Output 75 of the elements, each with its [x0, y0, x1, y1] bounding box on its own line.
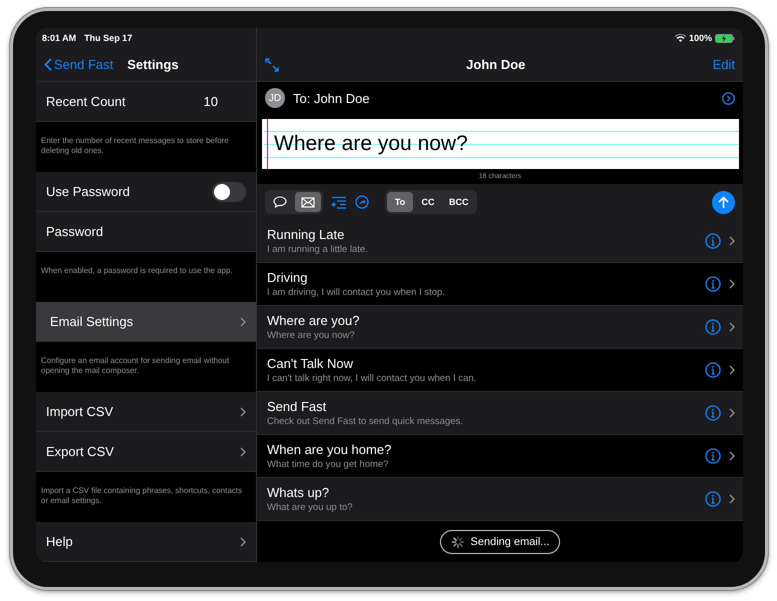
list-icon[interactable] — [331, 196, 347, 208]
battery-percent: 100% — [688, 33, 712, 43]
chevron-icon — [729, 494, 735, 504]
recipient-field-tab[interactable]: BCC — [443, 192, 474, 212]
info-icon[interactable] — [705, 405, 721, 421]
phrase-text: What time do you get home? — [267, 459, 390, 470]
phrase-text: I am running a little late. — [267, 244, 369, 255]
phrase-text: What are you up to? — [267, 502, 354, 513]
recipient-field-tab[interactable]: CC — [415, 192, 441, 212]
section-footer: When enabled, a password is required to use the app. — [36, 252, 256, 302]
info-icon[interactable] — [705, 233, 721, 249]
recipient-field-tab[interactable]: To — [387, 192, 413, 212]
info-icon[interactable] — [705, 448, 721, 464]
up-arrow-icon — [718, 196, 729, 208]
section-footer: Configure an email account for sending email without opening the mail composer. — [36, 342, 256, 392]
phrase-row[interactable]: Whats up? What are you up to? — [257, 478, 743, 521]
section-footer: Enter the number of recent messages to store before deleting old ones. — [36, 122, 256, 172]
info-icon[interactable] — [705, 319, 721, 335]
row-label: Import CSV — [46, 404, 114, 419]
chevron-icon — [240, 406, 246, 416]
phrase-row[interactable]: Running Late I am running a little late. — [257, 220, 743, 263]
phrase-text: Check out Send Fast to send quick messages. — [267, 416, 464, 427]
phrase-title: When are you home? — [267, 442, 392, 457]
share-arrow-icon[interactable] — [355, 195, 369, 209]
info-icon[interactable] — [705, 362, 721, 378]
battery-charging-icon — [715, 34, 735, 42]
row-label: Recent Count — [46, 94, 126, 109]
avatar-initials: JD — [265, 88, 285, 108]
phrase-title: Whats up? — [267, 485, 330, 500]
chevron-icon — [240, 446, 246, 456]
row-label: Export CSV — [46, 444, 115, 459]
speech-bubble-icon — [273, 196, 287, 208]
chevron-circle-icon[interactable] — [722, 92, 735, 104]
phrase-row[interactable]: Where are you? Where are you now? — [257, 306, 743, 349]
sending-indicator: Sending email... — [440, 530, 560, 554]
info-icon[interactable] — [705, 491, 721, 507]
chevron-icon — [729, 408, 735, 418]
chevron-icon — [729, 365, 735, 375]
edit-link[interactable]: Edit — [712, 57, 735, 72]
chevron-icon — [240, 536, 246, 546]
status-time: 8:01 AM — [42, 33, 76, 43]
section-footer: Import a CSV file containing phrases, shortcuts, contacts or email settings. — [36, 472, 256, 522]
chevron-icon — [240, 316, 246, 326]
info-icon[interactable] — [705, 276, 721, 292]
status-date: Thu Sep 17 — [84, 33, 132, 43]
phrase-title: Running Late — [267, 227, 346, 242]
email-mode-button[interactable] — [295, 192, 321, 212]
expand-icon[interactable] — [265, 58, 279, 72]
chevron-icon — [729, 322, 735, 332]
chevron-icon — [729, 279, 735, 289]
chevron-icon — [729, 451, 735, 461]
row-label: Password — [46, 224, 104, 239]
phrase-text: I can't talk right now, I will contact you when I can. — [267, 373, 478, 384]
row-value: 10 — [204, 94, 218, 109]
nav-title: John Doe — [466, 57, 526, 72]
phrase-text: Where are you now? — [267, 330, 356, 341]
phrase-text: I am driving, I will contact you when I stop. — [267, 287, 446, 298]
phrase-title: Where are you? — [267, 313, 360, 328]
phrase-title: Send Fast — [267, 399, 328, 414]
back-link[interactable]: Send Fast — [44, 57, 114, 72]
nav-title: Settings — [127, 57, 179, 72]
send-button[interactable] — [712, 190, 735, 214]
wifi-icon — [674, 34, 686, 42]
row-label: Email Settings — [50, 314, 134, 329]
settings-row[interactable]: Email Settings — [36, 302, 256, 342]
phrase-title: Can't Talk Now — [267, 356, 354, 371]
phrase-row[interactable]: Send Fast Check out Send Fast to send quick messages. — [257, 392, 743, 435]
envelope-icon — [301, 196, 315, 208]
row-label: Use Password — [46, 184, 131, 199]
recipient-label: To: John Doe — [293, 90, 371, 106]
row-label: Help — [46, 534, 74, 549]
phrase-title: Driving — [267, 270, 308, 285]
chevron-icon — [729, 236, 735, 246]
back-chevron-icon — [44, 58, 52, 71]
toggle-switch[interactable] — [212, 182, 246, 202]
